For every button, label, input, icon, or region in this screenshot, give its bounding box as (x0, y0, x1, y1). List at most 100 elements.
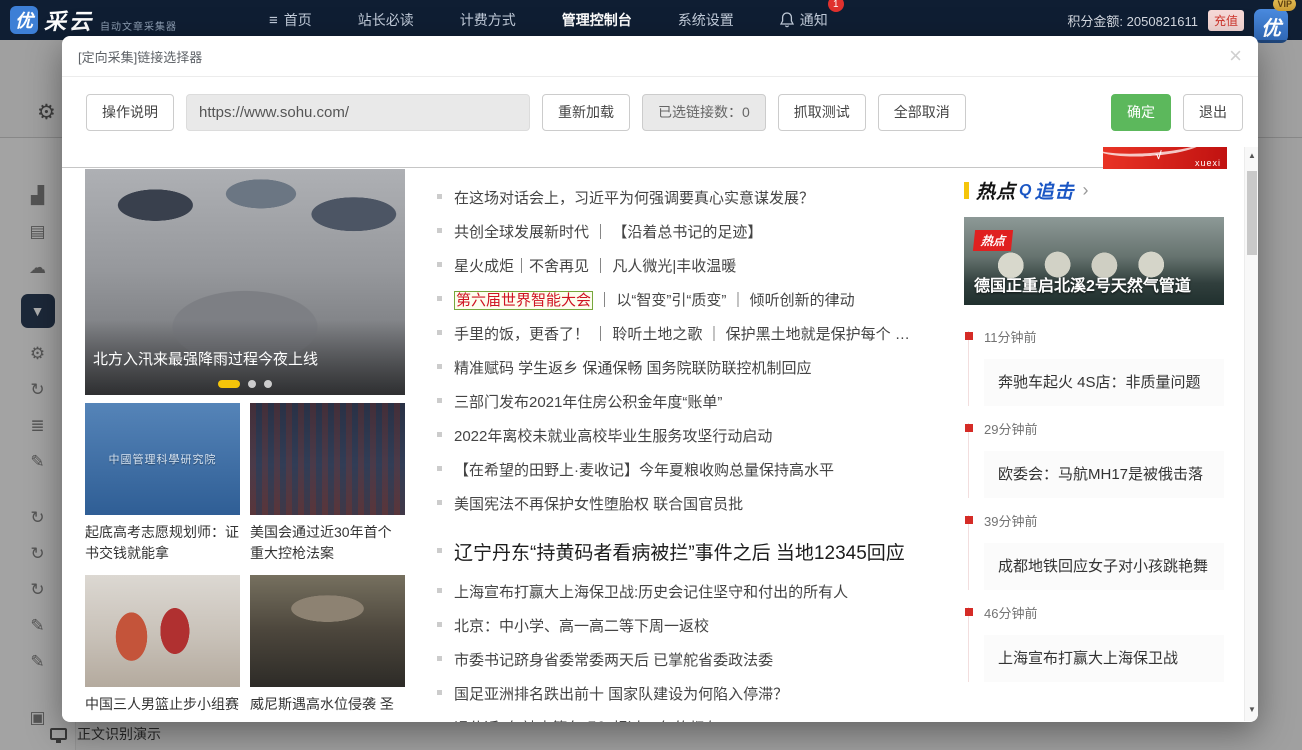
thumbnail-item[interactable]: 美国会通过近30年首个重大控枪法案 (250, 403, 405, 575)
news-item-text: 星火成炬｜不舍再见 ｜ 凡人微光|丰收温暖 (454, 258, 736, 275)
scroll-up-icon[interactable]: ▲ (1245, 149, 1258, 163)
vip-badge: VIP (1273, 0, 1296, 11)
timeline-bullet-icon (965, 424, 973, 432)
nav-item-label: 首页 (284, 10, 312, 30)
news-item-text: 手里的饭，更香了！ ｜ 聆听土地之歌 ｜ 保护黑土地就是保护每个 … (454, 326, 910, 343)
thumbnail-caption: 中国三人男篮止步小组赛 (85, 694, 240, 715)
hotspot-badge: 热点 (973, 230, 1013, 251)
nav-item-home[interactable]: ≡ 首页 (265, 0, 316, 40)
logo-icon: 优 (10, 6, 38, 34)
news-item[interactable]: 三部门发布2021年住房公积金年度“账单” (436, 391, 941, 412)
news-item[interactable]: 市委书记跻身省委常委两天后 已掌舵省委政法委 (436, 649, 941, 670)
selected-link-highlight[interactable]: 第六届世界智能大会 (454, 291, 593, 310)
timeline-bullet-icon (965, 332, 973, 340)
timeline-item[interactable]: 46分钟前上海宣布打赢大上海保卫战 (968, 607, 1224, 682)
nav-item-system-settings[interactable]: 系统设置 (674, 0, 738, 40)
page-top-divider (62, 167, 1104, 168)
timeline-item[interactable]: 11分钟前奔驰车起火 4S店：非质量问题 (968, 331, 1224, 406)
thumbnail-caption: 起底高考志愿规划师：证书交钱就能拿 (85, 522, 240, 564)
hotspot-timeline: 11分钟前奔驰车起火 4S店：非质量问题 29分钟前欧委会：马航MH17是被俄击落… (964, 331, 1224, 682)
reload-button[interactable]: 重新加载 (542, 94, 630, 131)
thumbnail-item[interactable]: 威尼斯遇高水位侵袭 圣 (250, 575, 405, 722)
left-column: 北方入汛来最强降雨过程今夜上线 中國管理科學研究院起底高考志愿规划师：证书交钱就… (85, 169, 405, 722)
carousel-dot[interactable] (248, 380, 256, 388)
ad-banner[interactable]: √ xuexi (1103, 147, 1227, 169)
hotspot-feature-card[interactable]: 热点 德国正重启北溪2号天然气管道 (964, 217, 1224, 305)
app-logo[interactable]: 优 采云 自动文章采集器 (10, 4, 255, 36)
nav-item-billing[interactable]: 计费方式 (456, 0, 520, 40)
scroll-down-icon[interactable]: ▼ (1245, 703, 1258, 717)
carousel[interactable]: 北方入汛来最强降雨过程今夜上线 (85, 169, 405, 395)
news-item[interactable]: 退休近6年被查算久吗？超过10年的都有 (436, 717, 941, 722)
timeline-title[interactable]: 成都地铁回应女子对小孩跳艳舞 (984, 543, 1224, 590)
news-item-text: 2022年离校未就业高校毕业生服务攻坚行动启动 (454, 428, 772, 445)
news-item[interactable]: 星火成炬｜不舍再见 ｜ 凡人微光|丰收温暖 (436, 255, 941, 276)
logo-subtitle: 自动文章采集器 (100, 18, 177, 33)
nav-item-admin-console[interactable]: 管理控制台 (558, 0, 636, 40)
grab-test-button[interactable]: 抓取测试 (778, 94, 866, 131)
hotspot-column: 热点 Q 追击 › 热点 德国正重启北溪2号天然气管道 11分钟前奔驰车起火 4… (964, 177, 1224, 699)
close-icon[interactable]: × (1229, 46, 1242, 66)
news-item-text: 退休近6年被查算久吗？超过10年的都有 (454, 720, 719, 722)
news-item[interactable]: 上海宣布打赢大上海保卫战:历史会记住坚守和付出的所有人 (436, 581, 941, 602)
nav-item-notifications[interactable]: 通知1 (776, 0, 832, 40)
confirm-button[interactable]: 确定 (1111, 94, 1171, 131)
thumbnail-image: 中國管理科學研究院 (85, 403, 240, 515)
news-item[interactable]: 精准赋码 学生返乡 保通保畅 国务院联防联控机制回应 (436, 357, 941, 378)
news-item[interactable]: 北京：中小学、高一高二等下周一返校 (436, 615, 941, 636)
recharge-button[interactable]: 充值 (1208, 10, 1244, 31)
timeline-item[interactable]: 29分钟前欧委会：马航MH17是被俄击落 (968, 423, 1224, 498)
url-input[interactable] (186, 94, 530, 131)
news-list: 在这场对话会上，习近平为何强调要真心实意谋发展？ 共创全球发展新时代 ｜ 【沿着总… (436, 187, 941, 722)
carousel-dot[interactable] (264, 380, 272, 388)
scrollbar-thumb[interactable] (1247, 171, 1257, 255)
news-item[interactable]: 2022年离校未就业高校毕业生服务攻坚行动启动 (436, 425, 941, 446)
vip-logo[interactable]: 优 VIP (1254, 5, 1292, 43)
thumbnail-caption: 威尼斯遇高水位侵袭 圣 (250, 694, 405, 715)
news-item[interactable]: 手里的饭，更香了！ ｜ 聆听土地之歌 ｜ 保护黑土地就是保护每个 … (436, 323, 941, 344)
embedded-page: √ xuexi 北方入汛来最强降雨过程今夜上线 中國管理科學研究院起底高考志愿规… (62, 147, 1258, 721)
scrollbar[interactable]: ▲ ▼ (1244, 147, 1258, 721)
news-item[interactable]: 国足亚洲排名跌出前十 国家队建设为何陷入停滞？ (436, 683, 941, 704)
news-column: 在这场对话会上，习近平为何强调要真心实意谋发展？ 共创全球发展新时代 ｜ 【沿着总… (436, 187, 941, 722)
nav-item-label: 系统设置 (678, 10, 734, 30)
news-item[interactable]: 在这场对话会上，习近平为何强调要真心实意谋发展？ (436, 187, 941, 208)
thumbnail-item[interactable]: 中國管理科學研究院起底高考志愿规划师：证书交钱就能拿 (85, 403, 240, 575)
thumbnail-image (85, 575, 240, 687)
news-item[interactable]: 美国宪法不再保护女性堕胎权 联合国官员批 (436, 493, 941, 514)
top-navigation: ≡ 首页 站长必读计费方式管理控制台 系统设置 通知1 (265, 0, 832, 40)
hotspot-icon: Q (1019, 182, 1031, 200)
thumbnail-caption: 美国会通过近30年首个重大控枪法案 (250, 522, 405, 564)
nav-item-webmaster-guide[interactable]: 站长必读 (354, 0, 418, 40)
nav-item-label: 通知 (800, 10, 828, 30)
hotspot-feature-title: 德国正重启北溪2号天然气管道 (974, 272, 1218, 296)
carousel-dot[interactable] (218, 380, 240, 388)
yellow-bar-icon (964, 182, 969, 199)
thumbnail-item[interactable]: 中国三人男篮止步小组赛 (85, 575, 240, 722)
menu-icon: ≡ (269, 12, 278, 29)
news-item[interactable]: 共创全球发展新时代 ｜ 【沿着总书记的足迹】 (436, 221, 941, 242)
news-item[interactable]: 第六届世界智能大会 ｜ 以“智变”引“质变” ｜ 倾听创新的律动 (436, 289, 941, 310)
hotspot-title-black: 热点 (976, 177, 1016, 204)
ad-text: xuexi (1195, 158, 1221, 168)
news-item[interactable]: 【在希望的田野上·麦收记】今年夏粮收购总量保持高水平 (436, 459, 941, 480)
modal-header: [定向采集]链接选择器 × (62, 36, 1258, 77)
vip-logo-icon: 优 (1254, 9, 1288, 43)
timeline-title[interactable]: 上海宣布打赢大上海保卫战 (984, 635, 1224, 682)
timeline-item[interactable]: 39分钟前成都地铁回应女子对小孩跳艳舞 (968, 515, 1224, 590)
news-item-text: 上海宣布打赢大上海保卫战:历史会记住坚守和付出的所有人 (454, 584, 848, 601)
timeline-title[interactable]: 奔驰车起火 4S店：非质量问题 (984, 359, 1224, 406)
hotspot-header[interactable]: 热点 Q 追击 › (964, 177, 1224, 204)
timeline-time: 46分钟前 (984, 607, 1224, 620)
timeline-time: 29分钟前 (984, 423, 1224, 436)
ad-logo-icon: √ (1155, 150, 1161, 162)
exit-button[interactable]: 退出 (1183, 94, 1243, 131)
news-item-text: 精准赋码 学生返乡 保通保畅 国务院联防联控机制回应 (454, 360, 812, 377)
news-item[interactable]: 辽宁丹东“持黄码者看病被拦”事件之后 当地12345回应 (436, 538, 941, 565)
help-button[interactable]: 操作说明 (86, 94, 174, 131)
timeline-time: 11分钟前 (984, 331, 1224, 344)
timeline-title[interactable]: 欧委会：马航MH17是被俄击落 (984, 451, 1224, 498)
modal-toolbar: 操作说明 重新加载 已选链接数：0 抓取测试 全部取消 确定 退出 (62, 77, 1258, 147)
carousel-dots (85, 380, 405, 388)
cancel-all-button[interactable]: 全部取消 (878, 94, 966, 131)
